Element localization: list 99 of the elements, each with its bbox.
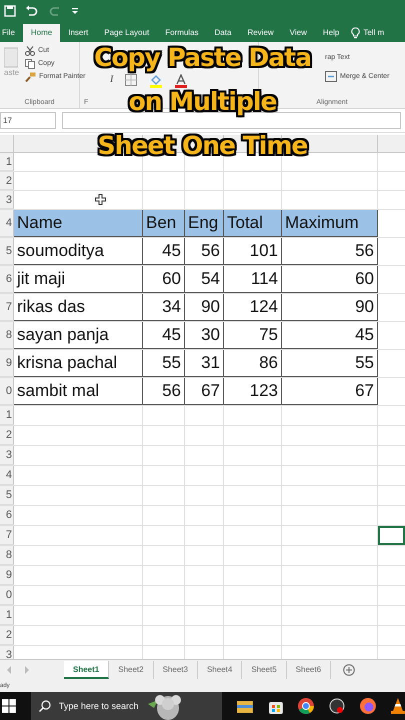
sheet-tab[interactable]: Sheet4	[198, 661, 242, 680]
ribbon-tab[interactable]: File	[0, 24, 23, 42]
table-cell: 30	[185, 322, 224, 350]
ribbon-tab[interactable]: View	[282, 24, 315, 42]
sheet-tab[interactable]: Sheet3	[154, 661, 198, 680]
table-cell: 54	[185, 266, 224, 294]
table-cell: 34	[143, 294, 185, 322]
search-icon	[38, 700, 51, 712]
row-header[interactable]: 6	[0, 506, 14, 526]
row-header[interactable]: 3	[0, 646, 14, 660]
table-cell: 90	[282, 294, 378, 322]
table-cell: 55	[143, 350, 185, 378]
row-header[interactable]: 1	[0, 406, 14, 426]
ribbon-tab[interactable]: Review	[239, 24, 282, 42]
browser-icon[interactable]	[298, 698, 314, 714]
cross-cursor-icon	[95, 194, 106, 206]
traffic-cone-icon[interactable]	[391, 698, 405, 714]
copy-icon	[25, 58, 36, 69]
tell-me-button[interactable]: Tell m	[347, 24, 384, 42]
table-cell: 45	[282, 322, 378, 350]
windows-icon[interactable]	[2, 699, 16, 713]
table-cell: 56	[143, 378, 185, 406]
row-header[interactable]: 3	[0, 446, 14, 466]
table-cell: 60	[143, 266, 185, 294]
ribbon-tab[interactable]: Formulas	[157, 24, 207, 42]
taskbar-search-field[interactable]: Type here to search	[30, 692, 222, 720]
row-header[interactable]: 7	[0, 294, 14, 322]
table-cell: 67	[282, 378, 378, 406]
row-header[interactable]: 8	[0, 546, 14, 566]
sheet-tab[interactable]: Sheet5	[242, 661, 287, 680]
row-header[interactable]: 0	[0, 586, 14, 606]
table-cell: 45	[143, 238, 185, 266]
header-cell: Name	[14, 210, 143, 238]
table-cell: 90	[185, 294, 224, 322]
table-cell: 101	[224, 238, 282, 266]
header-cell: Maximum	[282, 210, 378, 238]
row-header[interactable]: 2	[0, 172, 14, 190]
table-cell: 31	[185, 350, 224, 378]
save-icon[interactable]	[4, 4, 16, 17]
table-cell: 67	[185, 378, 224, 406]
brush-icon	[25, 72, 36, 82]
merge-icon	[325, 70, 337, 82]
row-header[interactable]: 0	[0, 378, 14, 406]
ribbon-tab[interactable]: Data	[206, 24, 240, 42]
row-header[interactable]: 3	[0, 191, 14, 210]
row-header[interactable]: 2	[0, 626, 14, 646]
row-header[interactable]: 4	[0, 466, 14, 486]
ribbon-tab[interactable]: Insert	[60, 24, 96, 42]
table-cell: rikas das	[14, 294, 143, 322]
table-cell: 45	[143, 322, 185, 350]
table-cell: jit maji	[14, 266, 143, 294]
scissors-icon	[25, 46, 36, 56]
recorder-icon[interactable]	[329, 698, 346, 714]
header-cell: Total	[224, 210, 282, 238]
border-icon[interactable]	[125, 74, 138, 86]
overlay-title: Copy Paste Data	[94, 44, 311, 72]
overlay-title: Sheet One Time	[98, 132, 308, 160]
table-cell: krisna pachal	[14, 350, 143, 378]
table-cell: 123	[224, 378, 282, 406]
row-header[interactable]: 9	[0, 566, 14, 586]
undo-icon[interactable]	[25, 4, 39, 17]
add-sheet-icon[interactable]	[343, 664, 356, 676]
row-header[interactable]: 5	[0, 486, 14, 506]
row-header[interactable]: 1	[0, 153, 14, 172]
table-cell: 60	[282, 266, 378, 294]
table-cell: 86	[224, 350, 282, 378]
table-cell: soumoditya	[14, 238, 143, 266]
fill-color-icon[interactable]	[149, 74, 164, 88]
table-cell: sambit mal	[14, 378, 143, 406]
ribbon-tab[interactable]: Help	[314, 24, 348, 42]
header-cell: Eng	[185, 210, 224, 238]
selected-cell[interactable]	[378, 526, 405, 546]
header-cell: Ben	[143, 210, 185, 238]
overlay-title: on Multiple	[128, 88, 276, 116]
row-header[interactable]: 1	[0, 606, 14, 626]
sheet-tab[interactable]: Sheet1	[64, 661, 110, 680]
row-header[interactable]: 7	[0, 526, 14, 546]
italic-button[interactable]: I	[110, 74, 114, 85]
table-cell: 56	[185, 238, 224, 266]
row-header[interactable]: 6	[0, 266, 14, 294]
row-header[interactable]: 4	[0, 210, 14, 238]
font-color-icon[interactable]	[175, 74, 188, 88]
ribbon-tab[interactable]: Home	[22, 24, 60, 42]
sheet-tab[interactable]: Sheet2	[109, 661, 154, 680]
ribbon-tab[interactable]: Page Layout	[96, 24, 158, 42]
table-cell: 75	[224, 322, 282, 350]
table-cell: 55	[282, 350, 378, 378]
table-cell: 114	[224, 266, 282, 294]
table-cell: sayan panja	[14, 322, 143, 350]
lightbulb-icon	[351, 26, 360, 39]
name-box[interactable]: 17	[0, 112, 56, 129]
row-header[interactable]: 9	[0, 350, 14, 378]
table-cell: 124	[224, 294, 282, 322]
row-header[interactable]: 2	[0, 426, 14, 446]
row-header[interactable]: 5	[0, 238, 14, 266]
table-cell: 56	[282, 238, 378, 266]
customize-icon[interactable]	[71, 6, 79, 16]
sheet-tab[interactable]: Sheet6	[286, 661, 332, 680]
row-header[interactable]: 8	[0, 322, 14, 350]
